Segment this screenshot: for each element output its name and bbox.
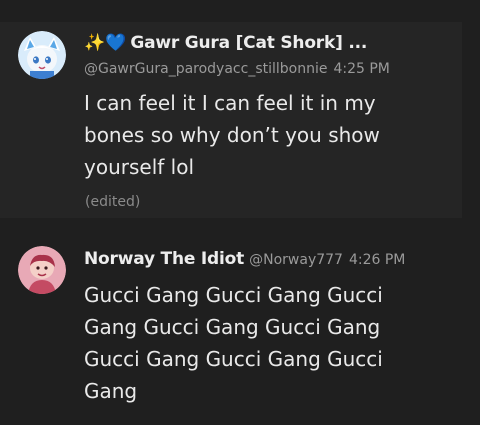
message-header: ✨💙 Gawr Gura [Cat Shork] ... xyxy=(84,33,367,53)
pink-cartoon-avatar-icon xyxy=(18,246,66,294)
message-header: Norway The Idiot @Norway777 4:26 PM xyxy=(84,249,405,269)
avatar[interactable] xyxy=(18,246,66,294)
edited-label: (edited) xyxy=(85,194,141,210)
timestamp: 4:26 PM xyxy=(348,252,406,268)
display-name[interactable]: Gawr Gura [Cat Shork] ... xyxy=(130,33,367,53)
display-name[interactable]: Norway The Idiot xyxy=(84,249,244,269)
sparkle-icon: ✨ xyxy=(84,33,106,53)
message-text: I can feel it I can feel it in my bones … xyxy=(84,91,380,179)
anime-shark-girl-avatar-icon xyxy=(18,31,66,79)
user-handle[interactable]: @Norway777 xyxy=(249,252,343,268)
timestamp: 4:25 PM xyxy=(333,61,390,77)
message-item[interactable]: Norway The Idiot @Norway777 4:26 PM Gucci… xyxy=(0,232,480,425)
avatar[interactable] xyxy=(18,31,66,79)
user-handle[interactable]: @GawrGura_parodyacc_stillbonnie xyxy=(84,61,327,77)
message-item[interactable]: ✨💙 Gawr Gura [Cat Shork] ... @GawrGura_pa… xyxy=(0,22,462,218)
message-meta: @GawrGura_parodyacc_stillbonnie 4:25 PM xyxy=(84,58,390,77)
blue-heart-icon: 💙 xyxy=(105,33,127,53)
message-text: Gucci Gang Gucci Gang Gucci Gang Gucci G… xyxy=(84,283,383,403)
